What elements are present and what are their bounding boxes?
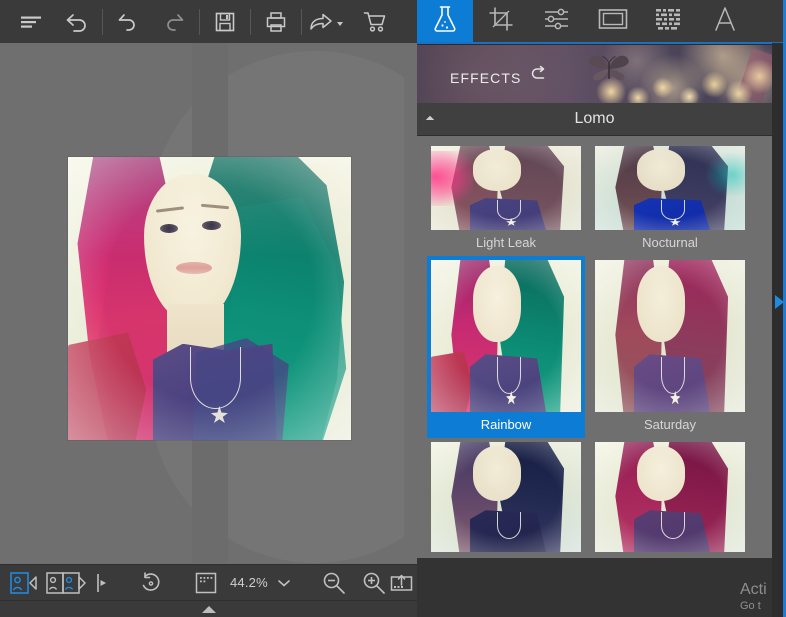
save-icon[interactable] — [202, 0, 248, 43]
toolbar-divider — [301, 8, 302, 35]
menu-icon[interactable] — [8, 0, 54, 43]
effect-thumbnail-image — [595, 260, 745, 412]
effect-label — [427, 552, 585, 558]
effects-panel: EFFECTS Lomo Light Leak Nocturnal Rainbo… — [417, 45, 786, 617]
effect-label: Rainbow — [480, 417, 532, 432]
effect-thumb-row3-left[interactable] — [427, 438, 585, 558]
effect-thumbnail-image — [595, 146, 745, 230]
category-header-lomo[interactable]: Lomo — [417, 103, 772, 136]
tab-crop[interactable] — [473, 0, 529, 43]
adjust-sliders-icon — [543, 7, 571, 36]
effect-thumb-light-leak[interactable]: Light Leak — [427, 142, 585, 256]
tool-tabs-group — [417, 0, 786, 43]
effect-label: Nocturnal — [642, 235, 698, 250]
effects-flask-icon — [431, 4, 459, 39]
crop-icon — [488, 6, 514, 37]
toolbar-divider — [102, 8, 103, 35]
effect-thumbnail-image — [431, 442, 581, 552]
compare-single-icon[interactable] — [0, 565, 42, 601]
effect-label — [591, 552, 749, 558]
tab-effects[interactable] — [417, 0, 473, 43]
effects-banner: EFFECTS — [417, 45, 772, 103]
butterfly-icon — [585, 52, 633, 91]
effect-label: Light Leak — [476, 235, 536, 250]
effect-label: Saturday — [643, 417, 697, 432]
frame-icon — [598, 8, 628, 35]
toolbar-divider — [199, 8, 200, 35]
canvas-watermark-mask — [404, 43, 417, 564]
text-icon — [713, 5, 737, 38]
effect-thumb-nocturnal[interactable]: Nocturnal — [591, 142, 749, 256]
selection-icon[interactable] — [186, 565, 222, 601]
compare-divider-icon[interactable] — [90, 565, 116, 601]
effect-thumb-saturday[interactable]: Saturday — [591, 256, 749, 438]
reset-arrow-icon[interactable] — [529, 65, 549, 90]
effect-thumb-row3-right[interactable] — [591, 438, 749, 558]
fit-screen-icon[interactable] — [389, 565, 417, 601]
top-toolbar-left-group — [0, 0, 398, 43]
effect-thumbnail-image — [595, 442, 745, 552]
photo-content — [68, 157, 351, 440]
chevron-down-icon[interactable] — [336, 22, 343, 26]
effect-thumbnail-image — [431, 146, 581, 230]
redo-history-icon[interactable] — [151, 0, 197, 43]
tab-adjustments[interactable] — [529, 0, 585, 43]
zoom-in-icon[interactable] — [354, 565, 389, 601]
edited-photo[interactable] — [68, 157, 351, 440]
texture-icon — [655, 7, 683, 36]
undo-icon[interactable] — [54, 0, 100, 43]
toolbar-divider — [250, 8, 251, 35]
effects-grid: Light Leak Nocturnal Rainbow Saturday — [417, 136, 772, 558]
zoom-dropdown-chevron-down-icon[interactable] — [274, 565, 300, 601]
category-title: Lomo — [574, 110, 615, 127]
zoom-level-value[interactable]: 44.2% — [222, 575, 274, 590]
rotate-icon[interactable] — [130, 565, 172, 601]
effects-grid-area[interactable]: Light Leak Nocturnal Rainbow Saturday — [417, 136, 772, 558]
cart-icon[interactable] — [352, 0, 398, 43]
print-icon[interactable] — [253, 0, 299, 43]
undo-history-icon[interactable] — [105, 0, 151, 43]
photo-editor-window: 44.2% EFFECTS Lomo Light Leak Nocturnal … — [0, 0, 786, 617]
effect-thumbnail-image — [431, 260, 581, 412]
effect-thumb-rainbow[interactable]: Rainbow — [427, 256, 585, 438]
canvas-expand-strip[interactable] — [0, 600, 417, 617]
image-canvas[interactable] — [0, 43, 417, 564]
tab-frames[interactable] — [585, 0, 641, 43]
tab-textures[interactable] — [641, 0, 697, 43]
top-toolbar — [0, 0, 786, 43]
panel-title: EFFECTS — [450, 69, 522, 86]
tab-text[interactable] — [697, 0, 753, 43]
panel-bottom-filler — [417, 600, 772, 617]
compare-split-icon[interactable] — [42, 565, 90, 601]
effects-banner-label: EFFECTS — [450, 65, 549, 90]
expand-up-triangle-icon[interactable] — [201, 605, 216, 613]
tool-tabs-underline — [417, 42, 786, 44]
share-icon[interactable] — [304, 0, 346, 43]
zoom-out-icon[interactable] — [314, 565, 354, 601]
bottom-toolbar: 44.2% — [0, 564, 478, 601]
